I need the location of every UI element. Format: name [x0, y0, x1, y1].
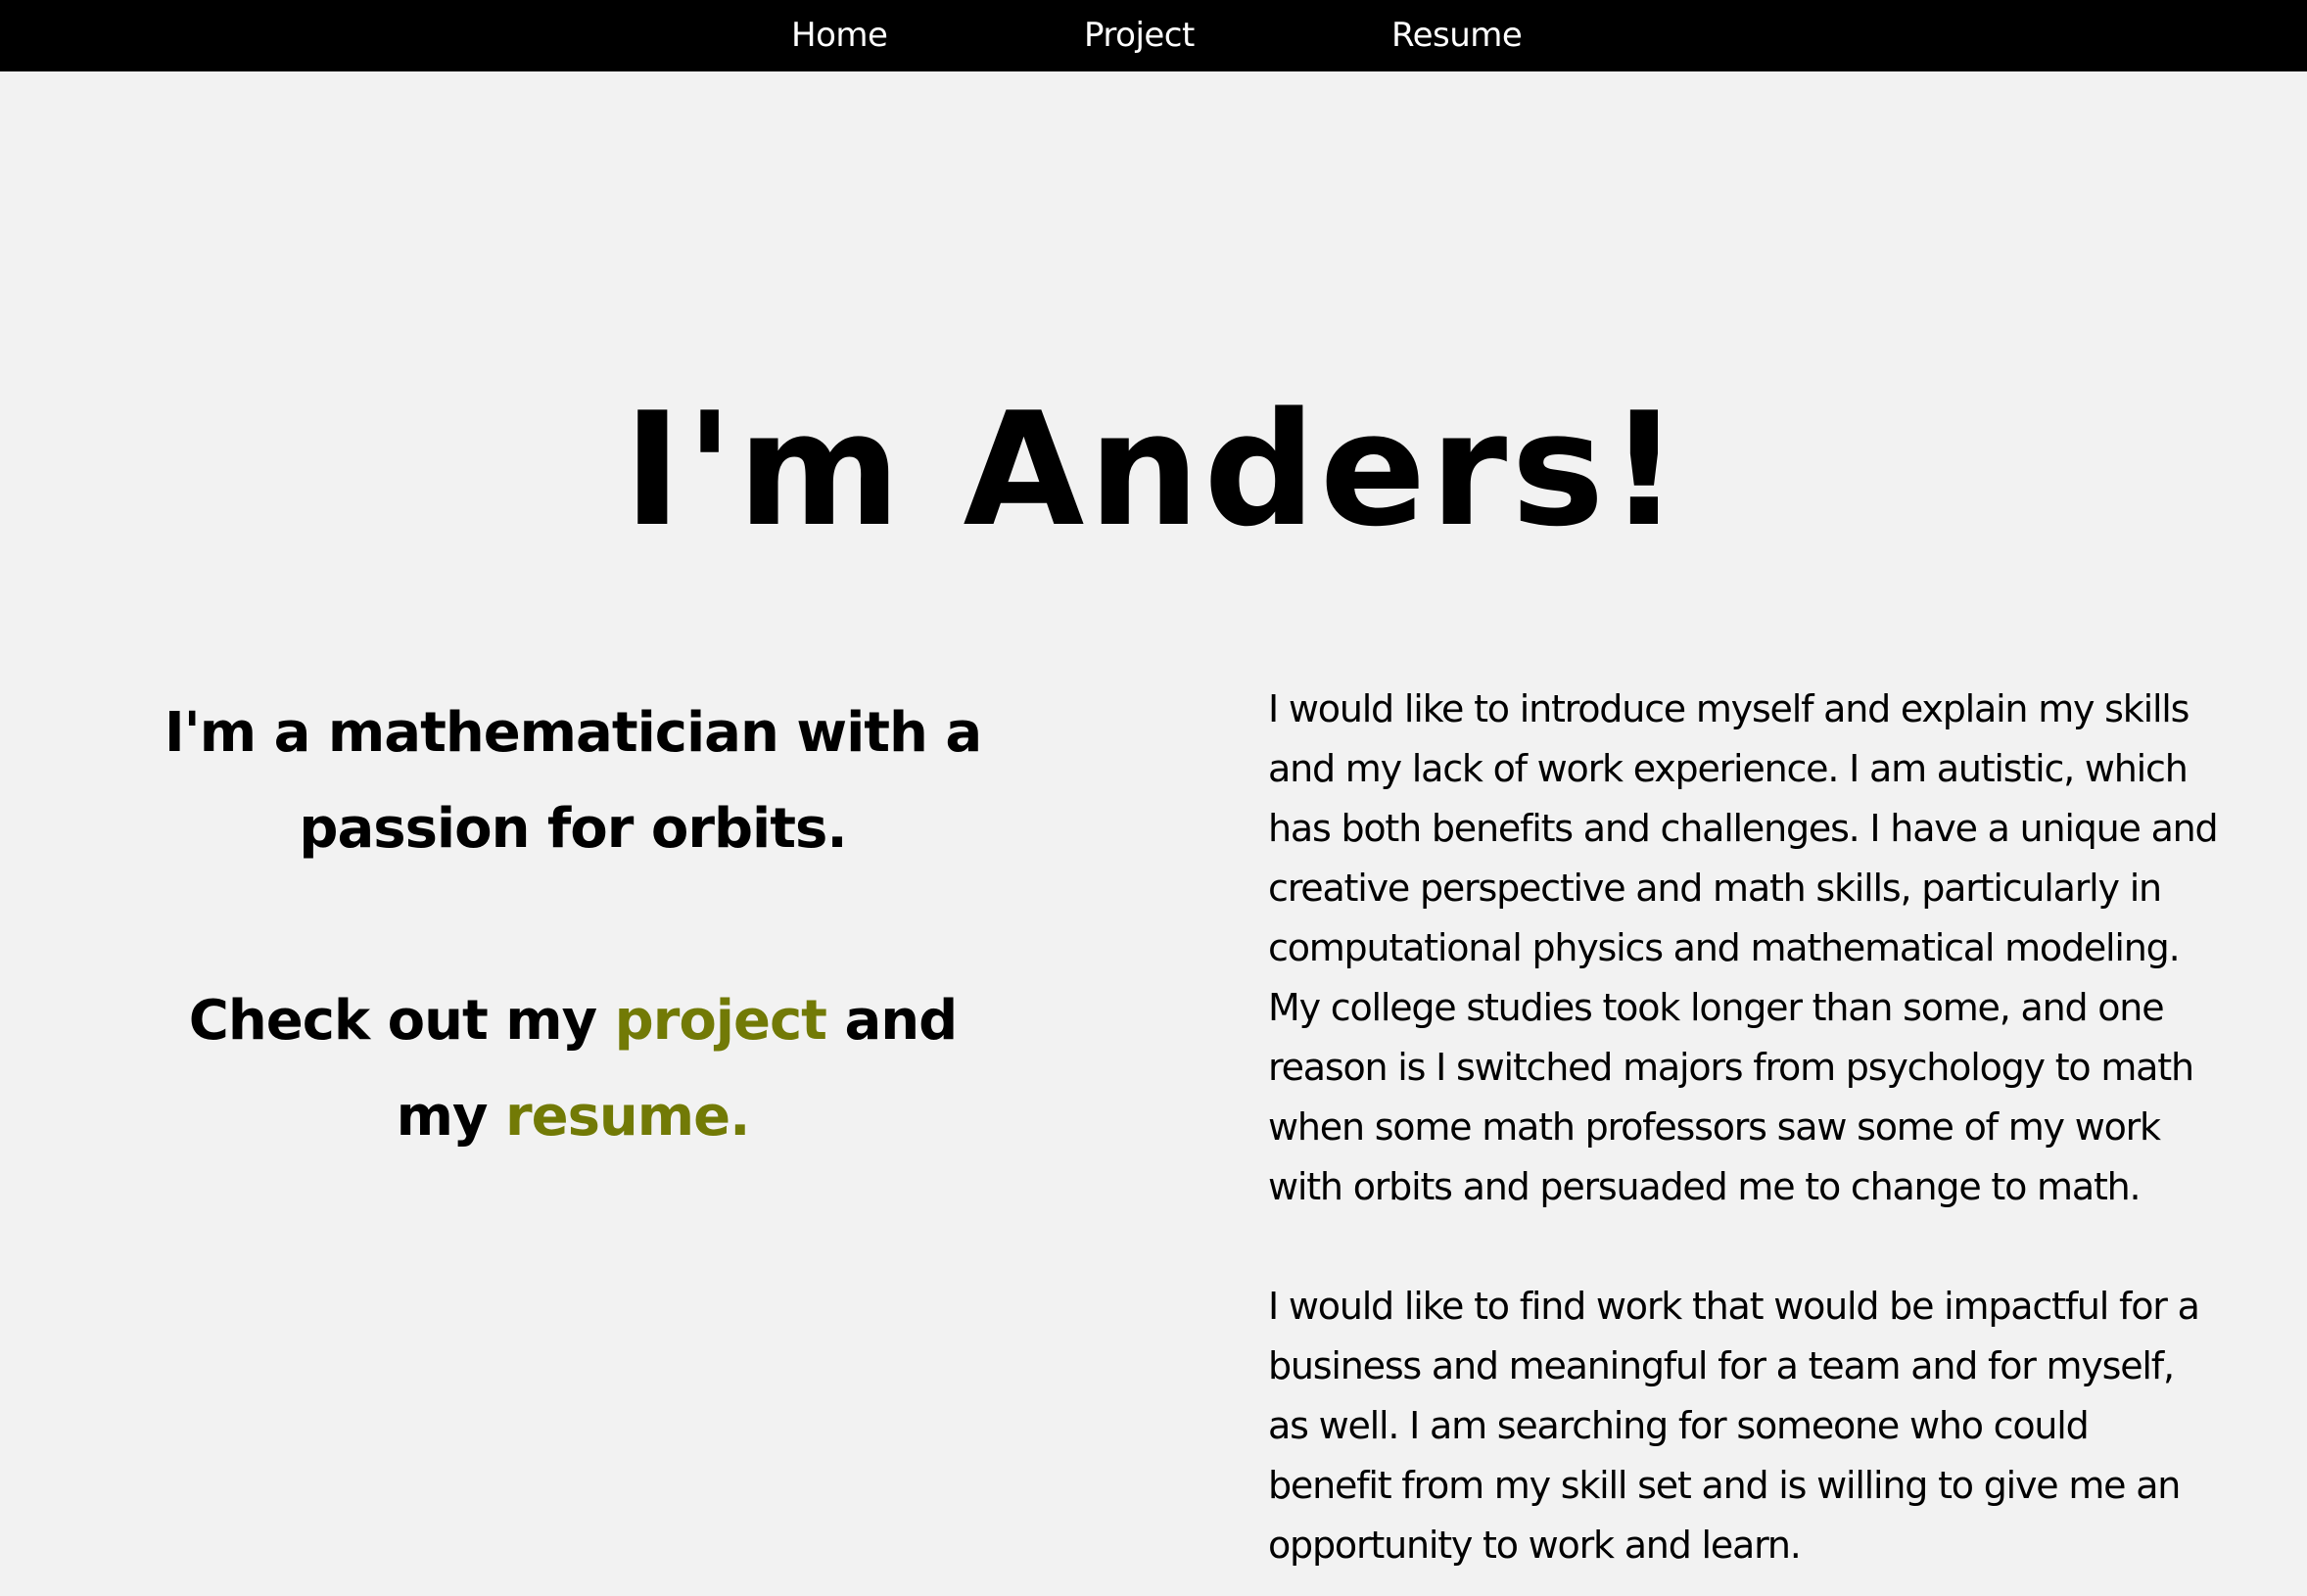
hero-title: I'm Anders!	[623, 378, 1684, 561]
cta-prefix: Check out my	[188, 989, 615, 1053]
nav-link-resume[interactable]: Resume	[1391, 0, 1523, 71]
nav-link-project[interactable]: Project	[1084, 0, 1195, 71]
nav-link-home[interactable]: Home	[791, 0, 888, 71]
about-text: I would like to introduce myself and exp…	[1268, 680, 2219, 1575]
resume-link[interactable]: resume.	[505, 1085, 750, 1149]
top-navbar: Home Project Resume	[0, 0, 2307, 71]
intro-summary: I'm a mathematician with a passion for o…	[147, 685, 999, 1165]
about-paragraph-2: I would like to find work that would be …	[1268, 1285, 2200, 1567]
tagline: I'm a mathematician with a passion for o…	[164, 701, 982, 861]
project-link[interactable]: project	[615, 989, 827, 1053]
call-to-action: Check out my project and my resume.	[147, 973, 999, 1165]
about-paragraph-1: I would like to introduce myself and exp…	[1268, 687, 2219, 1208]
